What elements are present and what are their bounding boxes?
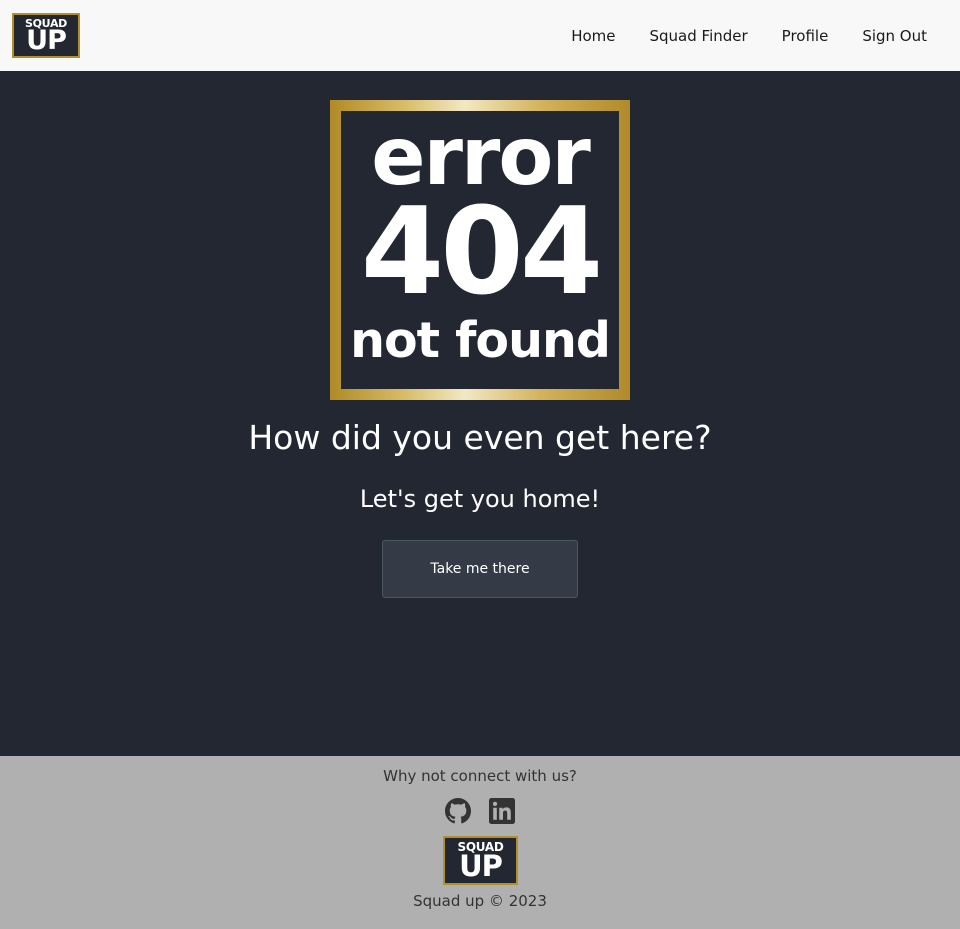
nav-link-sign-out[interactable]: Sign Out (862, 27, 927, 45)
squad-up-logo[interactable]: SQUAD UP (12, 13, 80, 58)
copyright-text: Squad up © 2023 (413, 892, 547, 910)
error-image-line-2: 404 (360, 183, 604, 322)
main-content: error 404 not found How did you even get… (0, 71, 960, 756)
footer-logo-line-2: UP (459, 849, 503, 883)
take-me-there-button[interactable]: Take me there (382, 540, 578, 598)
nav-link-profile[interactable]: Profile (782, 27, 829, 45)
nav-link-home[interactable]: Home (571, 27, 615, 45)
nav-link-squad-finder[interactable]: Squad Finder (650, 27, 748, 45)
footer-squad-up-logo[interactable]: SQUAD UP (443, 836, 518, 885)
error-image-inner: error 404 not found (341, 111, 619, 389)
footer: Why not connect with us? SQUAD UP Squad … (0, 756, 960, 929)
navbar: SQUAD UP Home Squad Finder Profile Sign … (0, 0, 960, 71)
error-image-line-3: not found (350, 312, 611, 369)
page-subheading: Let's get you home! (359, 485, 601, 513)
page-heading: How did you even get here? (248, 418, 712, 457)
linkedin-icon[interactable] (489, 798, 515, 824)
nav-links: Home Squad Finder Profile Sign Out (571, 0, 960, 71)
logo-line-2: UP (26, 25, 67, 56)
error-404-image: error 404 not found (330, 100, 630, 400)
github-icon[interactable] (445, 798, 471, 824)
connect-text: Why not connect with us? (383, 767, 577, 785)
